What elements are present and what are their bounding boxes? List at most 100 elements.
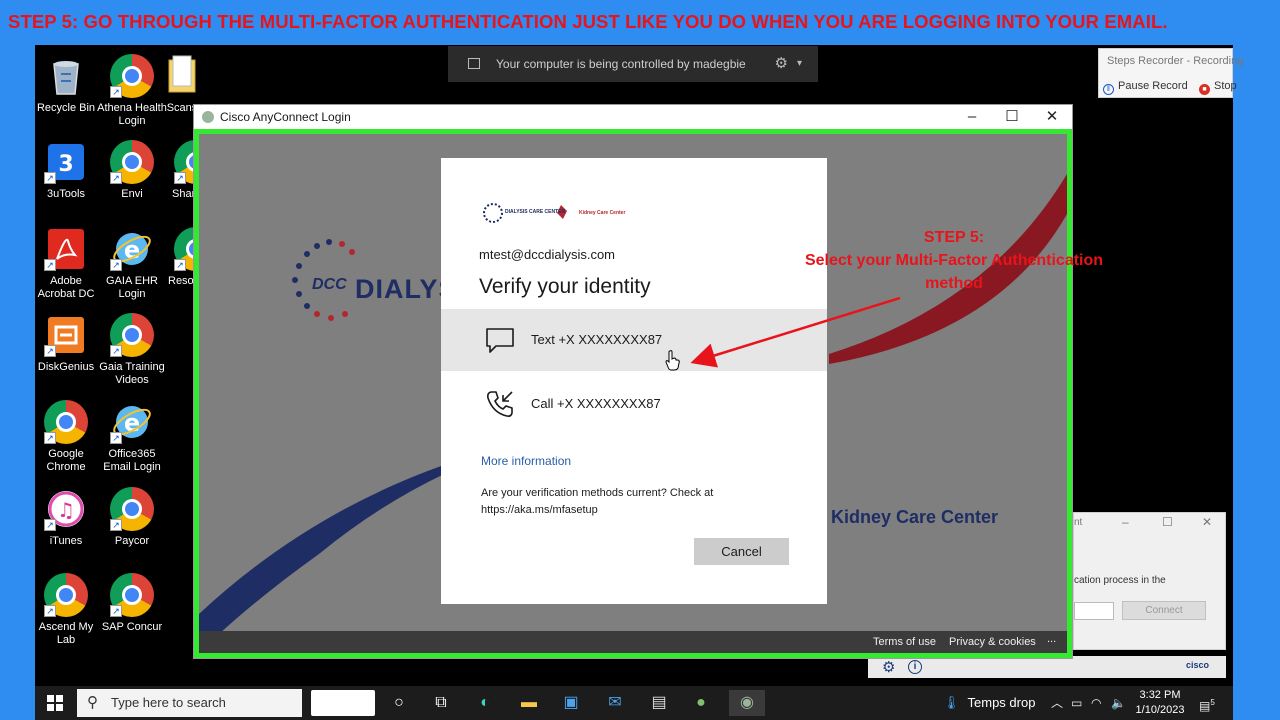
logo-text-kidney: Kidney Care Center: [579, 210, 626, 216]
step-annotation: STEP 5: Select your Multi-Factor Authent…: [784, 226, 1124, 295]
logo-text-dialysis: DIALYSIS CARE CENTER: [505, 209, 566, 215]
weather-text: Temps drop: [967, 695, 1036, 710]
outlook-icon[interactable]: ▤: [645, 690, 673, 716]
cisco-status-bar: ⚙ i cisco: [868, 656, 1226, 678]
windows-taskbar: ⚲ Type here to search ○ ⧉ ◐ ▬ ▣ ✉ ▤ ● ◉ …: [35, 686, 1233, 720]
maximize-button[interactable]: ☐: [1162, 515, 1173, 529]
desktop-icon-diskgenius[interactable]: ↗ DiskGenius: [31, 313, 101, 374]
chat-bubble-icon: [486, 328, 514, 353]
text-option[interactable]: Text +X XXXXXXXX87: [441, 309, 827, 371]
desktop-icon-gaia-ehr[interactable]: e ↗ GAIA EHR Login: [97, 227, 167, 301]
stop-record-button[interactable]: ■ Stop: [1199, 80, 1237, 95]
terms-link[interactable]: Terms of use: [873, 636, 936, 648]
clock-date: 1/10/2023: [1135, 704, 1185, 716]
desktop-icon-3utools[interactable]: 3 ↗ 3uTools: [31, 140, 101, 201]
cisco-app-icon: [202, 111, 214, 123]
desktop-icon-gaia-training[interactable]: ↗ Gaia Training Videos: [97, 313, 167, 387]
wifi-icon[interactable]: ◠: [1091, 686, 1101, 720]
web-footer: Terms of use Privacy & cookies ...: [199, 631, 1067, 653]
minimize-button[interactable]: –: [1122, 515, 1129, 529]
globe-icon[interactable]: ●: [687, 690, 715, 716]
store-icon[interactable]: ▣: [557, 690, 585, 716]
call-option[interactable]: Call +X XXXXXXXX87: [441, 373, 827, 435]
desktop-icon-adobe[interactable]: ↗ Adobe Acrobat DC: [31, 227, 101, 301]
desktop-icon-office365[interactable]: e ↗ Office365 Email Login: [97, 400, 167, 474]
chevron-up-icon[interactable]: ︿: [1051, 686, 1063, 720]
more-information-link[interactable]: More information: [481, 454, 571, 468]
task-view-icon[interactable]: ⧉: [427, 690, 455, 716]
notification-icon[interactable]: ▤5: [1199, 686, 1215, 720]
tutorial-banner: STEP 5: GO THROUGH THE MULTI-FACTOR AUTH…: [0, 0, 1280, 45]
call-option-label: Call +X XXXXXXXX87: [531, 396, 661, 411]
maximize-button[interactable]: ☐: [992, 105, 1032, 129]
anyconnect-task-icon[interactable]: ◉: [729, 690, 765, 716]
info-icon[interactable]: i: [908, 660, 922, 674]
chrome-icon: ↗: [44, 400, 88, 444]
notification-count: 5: [1210, 698, 1215, 707]
desktop-icon-ascend[interactable]: ↗ Ascend My Lab: [31, 573, 101, 647]
desktop-icon-shar[interactable]: ↗ Shar: [162, 140, 194, 201]
cisco-logo: cisco: [1186, 660, 1210, 670]
svg-text:♫: ♫: [57, 498, 75, 522]
desktop-icon-recycle-bin[interactable]: Recycle Bin: [31, 54, 101, 115]
server-select[interactable]: [1074, 602, 1114, 620]
gear-icon[interactable]: ⚙: [882, 658, 895, 676]
chrome-icon: ↗: [110, 573, 154, 617]
internet-explorer-icon: e ↗: [110, 227, 154, 271]
pause-record-button[interactable]: ‖ Pause Record: [1103, 80, 1188, 95]
desktop-icon-reso[interactable]: ↗ Reso: [162, 227, 194, 288]
mfa-check-text: Are your verification methods current? C…: [481, 487, 714, 516]
diskgenius-icon: ↗: [44, 313, 88, 357]
remote-control-text: Your computer is being controlled by mad…: [496, 57, 746, 71]
window-titlebar: Cisco AnyConnect Login – ☐ ✕: [194, 105, 1072, 129]
clock-time: 3:32 PM: [1139, 689, 1181, 701]
taskbar-search[interactable]: ⚲ Type here to search: [77, 689, 302, 717]
gear-icon[interactable]: ⚙: [775, 46, 788, 82]
adobe-acrobat-icon: ↗: [44, 227, 88, 271]
close-button[interactable]: ✕: [1202, 515, 1212, 529]
taskbar-dcc-app[interactable]: [311, 690, 375, 716]
pause-icon: ‖: [1103, 84, 1114, 95]
system-clock[interactable]: 3:32 PM 1/10/2023: [1135, 688, 1185, 718]
svg-text:3: 3: [58, 152, 73, 177]
login-web-view: DCC DIALYSI Kidney Care Center DIALYSIS …: [194, 129, 1072, 658]
cancel-button[interactable]: Cancel: [694, 538, 789, 565]
file-explorer-icon[interactable]: ▬: [515, 690, 543, 716]
chrome-icon: ↗: [174, 227, 194, 271]
battery-icon[interactable]: ▭: [1071, 686, 1082, 720]
desktop-icon-envi[interactable]: ↗ Envi: [97, 140, 167, 201]
minimize-button[interactable]: –: [952, 105, 992, 129]
remote-control-bar: Your computer is being controlled by mad…: [448, 46, 818, 82]
weather-widget[interactable]: 🌡 Temps drop: [943, 686, 1035, 720]
cortana-icon[interactable]: ○: [385, 690, 413, 716]
chrome-icon: ↗: [44, 573, 88, 617]
close-button[interactable]: ✕: [1032, 105, 1072, 129]
thermometer-icon: 🌡: [943, 695, 960, 710]
itunes-icon: ♫ ↗: [44, 487, 88, 531]
search-icon: ⚲: [87, 694, 98, 711]
desktop-icon-google-chrome[interactable]: ↗ Google Chrome: [31, 400, 101, 474]
desktop-icon-itunes[interactable]: ♫ ↗ iTunes: [31, 487, 101, 548]
desktop-icon-sap-concur[interactable]: ↗ SAP Concur: [97, 573, 167, 634]
window-icon: [468, 58, 480, 69]
connect-button[interactable]: Connect: [1122, 601, 1206, 620]
mail-icon[interactable]: ✉: [601, 690, 629, 716]
auth-card: DIALYSIS CARE CENTER Kidney Care Center …: [441, 158, 827, 604]
desktop-icon-paycor[interactable]: ↗ Paycor: [97, 487, 167, 548]
anyconnect-login-window: Cisco AnyConnect Login – ☐ ✕ DCC DIALYSI…: [193, 104, 1073, 659]
phone-icon: [487, 391, 513, 417]
windows-start-icon[interactable]: [47, 695, 63, 711]
chrome-icon: ↗: [110, 54, 154, 98]
window-title: Cisco AnyConnect Login: [220, 110, 351, 124]
more-options-button[interactable]: ...: [1047, 633, 1056, 645]
edge-icon[interactable]: ◐: [471, 690, 499, 716]
search-placeholder: Type here to search: [111, 695, 226, 710]
chevron-down-icon[interactable]: ▾: [797, 46, 802, 82]
chrome-icon: ↗: [110, 313, 154, 357]
anyconnect-dialog: nt – ☐ ✕ cation process in the Connect: [1073, 512, 1226, 650]
privacy-link[interactable]: Privacy & cookies: [949, 636, 1036, 648]
volume-icon[interactable]: 🔈: [1111, 686, 1126, 720]
desktop-icon-athena[interactable]: ↗ Athena Health Login: [97, 54, 167, 128]
stop-icon: ■: [1199, 84, 1210, 95]
verify-title: Verify your identity: [479, 275, 651, 298]
